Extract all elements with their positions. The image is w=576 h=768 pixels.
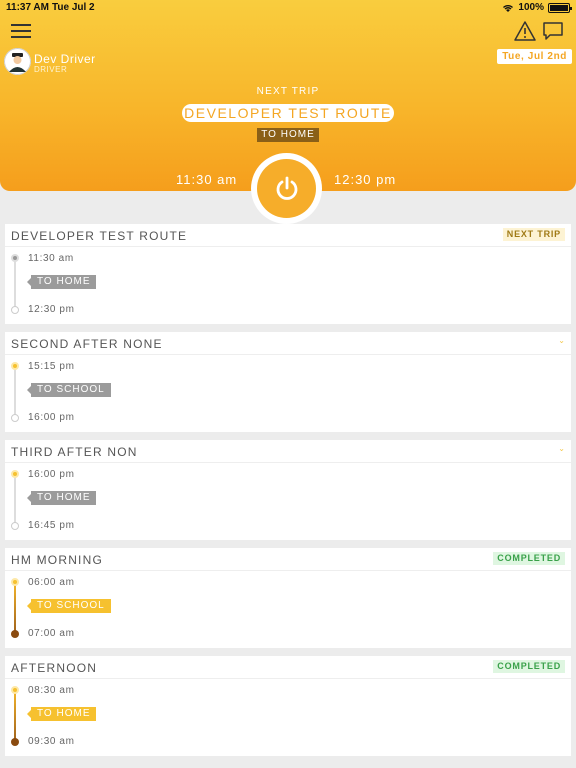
chevron-down-icon[interactable]: ⌄ <box>558 336 565 345</box>
trip-direction-tag: TO HOME <box>26 491 97 505</box>
trip-start-time: 06:00 am <box>28 577 75 588</box>
timeline-line <box>14 365 16 417</box>
timeline-start-dot <box>11 578 19 586</box>
timeline-start-dot <box>11 254 19 262</box>
trip-card[interactable]: DEVELOPER TEST ROUTE NEXT TRIP 11:30 am … <box>5 224 571 324</box>
trip-title: AFTERNOON <box>11 661 98 675</box>
timeline-line <box>14 689 16 741</box>
status-date: Tue Jul 2 <box>52 2 95 13</box>
trip-start-time: 16:00 pm <box>28 469 75 480</box>
trip-card[interactable]: THIRD AFTER NON ⌄ 16:00 pm TO HOME 16:45… <box>5 440 571 540</box>
trip-title: HM MORNING <box>11 553 103 567</box>
status-badge: COMPLETED <box>493 552 565 565</box>
timeline-start-dot <box>11 362 19 370</box>
trip-title: SECOND AFTER NONE <box>11 337 163 351</box>
trip-end-time: 07:00 am <box>28 628 75 639</box>
trip-card[interactable]: SECOND AFTER NONE ⌄ 15:15 pm TO SCHOOL 1… <box>5 332 571 432</box>
chat-icon[interactable] <box>542 20 564 42</box>
timeline-end-dot <box>11 306 19 314</box>
trip-direction-tag: TO SCHOOL <box>27 599 111 613</box>
status-badge: NEXT TRIP <box>502 228 565 241</box>
trip-card[interactable]: HM MORNING COMPLETED 06:00 am TO SCHOOL … <box>5 548 571 648</box>
status-time: 11:37 AM <box>6 2 49 13</box>
power-button-inner <box>257 159 316 218</box>
driver-role: DRIVER <box>34 65 68 74</box>
battery-icon <box>548 2 572 13</box>
timeline-end-dot <box>11 630 19 638</box>
trip-end-time: 12:30 pm <box>28 304 75 315</box>
timeline-end-dot <box>11 738 19 746</box>
hamburger-menu-icon[interactable] <box>11 24 31 38</box>
timeline-end-dot <box>11 522 19 530</box>
alert-icon[interactable] <box>514 20 536 42</box>
next-end-time: 12:30 pm <box>334 172 397 187</box>
next-route-direction: TO HOME <box>257 128 319 142</box>
timeline-line <box>14 473 16 525</box>
driver-name: Dev Driver <box>34 52 96 66</box>
trip-title: DEVELOPER TEST ROUTE <box>11 229 188 243</box>
timeline-line <box>14 257 16 309</box>
status-right: 100% <box>502 2 572 13</box>
chevron-down-icon[interactable]: ⌄ <box>558 444 565 453</box>
trip-start-time: 11:30 am <box>28 253 74 264</box>
trip-end-time: 16:45 pm <box>28 520 75 531</box>
trip-start-time: 15:15 pm <box>28 361 75 372</box>
divider <box>5 354 571 355</box>
next-trip-label: NEXT TRIP <box>256 86 320 97</box>
divider <box>5 570 571 571</box>
start-trip-power-button[interactable] <box>251 153 322 224</box>
trip-card[interactable]: AFTERNOON COMPLETED 08:30 am TO HOME 09:… <box>5 656 571 756</box>
next-start-time: 11:30 am <box>176 172 238 187</box>
timeline-start-dot <box>11 470 19 478</box>
divider <box>5 462 571 463</box>
divider <box>5 678 571 679</box>
trip-end-time: 16:00 pm <box>28 412 75 423</box>
date-badge[interactable]: Tue, Jul 2nd <box>497 49 572 64</box>
trip-direction-tag: TO SCHOOL <box>27 383 111 397</box>
trip-end-time: 09:30 am <box>28 736 75 747</box>
battery-percent: 100% <box>518 2 544 13</box>
status-badge: COMPLETED <box>493 660 565 673</box>
trip-start-time: 08:30 am <box>28 685 75 696</box>
status-bar: 11:37 AM Tue Jul 2 100% <box>0 0 576 16</box>
trip-title: THIRD AFTER NON <box>11 445 138 459</box>
trip-direction-tag: TO HOME <box>26 275 97 289</box>
timeline-start-dot <box>11 686 19 694</box>
next-route-name: DEVELOPER TEST ROUTE <box>182 104 394 122</box>
driver-avatar[interactable] <box>4 48 31 75</box>
trip-direction-tag: TO HOME <box>26 707 97 721</box>
timeline-end-dot <box>11 414 19 422</box>
driver-avatar-icon <box>4 48 31 75</box>
power-icon <box>276 176 297 200</box>
wifi-icon <box>503 4 514 12</box>
timeline-line <box>14 581 16 633</box>
divider <box>5 246 571 247</box>
